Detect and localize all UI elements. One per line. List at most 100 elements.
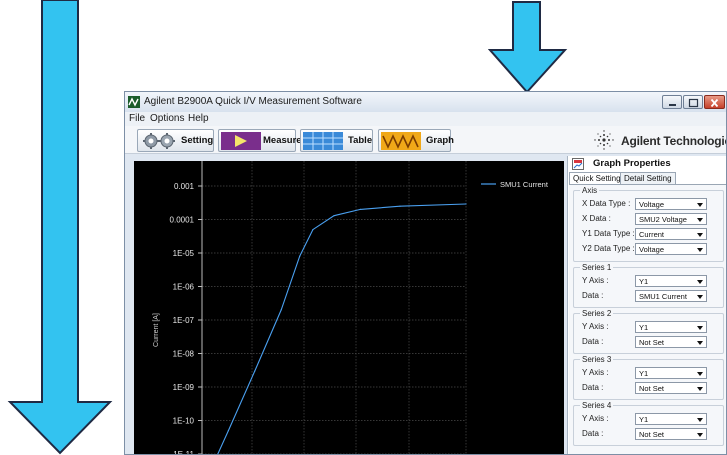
chevron-down-icon [697, 295, 703, 299]
series-point [333, 215, 335, 217]
series-2-data-label: Data : [582, 337, 604, 346]
y-tick-label: 1E-06 [173, 283, 195, 292]
panel-title: Graph Properties [593, 158, 671, 169]
minimize-button[interactable] [662, 95, 682, 109]
menu-bar: File Options Help [125, 112, 726, 126]
series-3-data-label: Data : [582, 383, 604, 392]
chevron-down-icon [697, 218, 703, 222]
tab-quick-setting[interactable]: Quick Setting [569, 172, 625, 184]
graph-properties-panel: Graph Properties Quick Setting Detail Se… [567, 156, 726, 454]
series-line-smu1-current [217, 203, 467, 454]
series-1-title: Series 1 [580, 263, 614, 272]
series-3-data-select[interactable]: Not Set [635, 382, 707, 394]
series-point [227, 430, 229, 432]
series-4-data-label: Data : [582, 429, 604, 438]
x-data-type-label: X Data Type : [582, 199, 631, 208]
y-tick-label: 1E-09 [173, 383, 195, 392]
measure-label: Measure [263, 135, 302, 146]
graph-label: Graph [426, 135, 454, 146]
series-point [312, 229, 314, 231]
menu-options[interactable]: Options [150, 113, 184, 124]
series-2-y-axis-label: Y Axis : [582, 322, 609, 331]
graph-button[interactable]: Graph [378, 129, 454, 152]
y-tick-label: 0.001 [174, 182, 195, 191]
app-window: Agilent B2900A Quick I/V Measurement Sof… [124, 91, 727, 455]
series-1-data-label: Data : [582, 291, 604, 300]
iv-chart[interactable]: 0.001 0.0001 1E-05 1E-06 1E-07 1E-08 1E-09 1E-1… [134, 161, 564, 455]
tab-detail-setting[interactable]: Detail Setting [620, 172, 676, 184]
quick-setting-tab-content: Axis X Data Type : Voltage X Data : SMU2… [569, 184, 726, 454]
series-2-title: Series 2 [580, 309, 614, 318]
menu-file[interactable]: File [129, 113, 145, 124]
y1-data-type-select[interactable]: Current [635, 228, 707, 240]
chevron-down-icon [697, 433, 703, 437]
y-tick-label: 1E-10 [173, 417, 195, 426]
series-point [359, 208, 361, 210]
chevron-down-icon [697, 280, 703, 284]
series-4-data-value: Not Set [639, 430, 665, 439]
maximize-icon [688, 98, 699, 108]
x-data-value: SMU2 Voltage [639, 215, 687, 224]
waveform-icon [381, 132, 421, 150]
series-2-y-axis-select[interactable]: Y1 [635, 321, 707, 333]
screenshot-stage: Agilent B2900A Quick I/V Measurement Sof… [0, 0, 727, 455]
down-arrow-left-icon [7, 0, 113, 455]
series-4-group: Series 4 Y Axis : Y1 Data : Not Set [573, 401, 724, 446]
series-4-y-axis-select[interactable]: Y1 [635, 413, 707, 425]
series-point [399, 205, 401, 207]
series-1-group: Series 1 Y Axis : Y1 Data : SMU1 Current [573, 263, 724, 308]
play-icon [221, 132, 261, 150]
series-3-y-axis-select[interactable]: Y1 [635, 367, 707, 379]
series-4-y-axis-label: Y Axis : [582, 414, 609, 423]
legend-label: SMU1 Current [500, 180, 549, 189]
y1-data-type-label: Y1 Data Type : [582, 229, 635, 238]
axis-group-title: Axis [580, 186, 600, 195]
x-data-type-select[interactable]: Voltage [635, 198, 707, 210]
chevron-down-icon [697, 233, 703, 237]
series-3-y-axis-value: Y1 [639, 369, 649, 378]
y-tick-label: 1E-05 [173, 249, 195, 258]
y-axis-title: Current [A] [153, 313, 160, 347]
setting-label: Setting [181, 135, 214, 146]
series-point [299, 255, 301, 257]
series-3-group: Series 3 Y Axis : Y1 Data : Not Set [573, 355, 724, 400]
measure-button[interactable]: Measure [218, 129, 302, 152]
x-data-select[interactable]: SMU2 Voltage [635, 213, 707, 225]
series-3-y-axis-label: Y Axis : [582, 368, 609, 377]
series-2-y-axis-value: Y1 [639, 323, 649, 332]
setting-button[interactable]: Setting [137, 129, 214, 152]
y2-data-type-select[interactable]: Voltage [635, 243, 707, 255]
menu-help[interactable]: Help [188, 113, 209, 124]
brand-logo: Agilent Technologies [587, 126, 727, 154]
series-2-group: Series 2 Y Axis : Y1 Data : Not Set [573, 309, 724, 354]
chevron-down-icon [697, 341, 703, 345]
axis-group: Axis X Data Type : Voltage X Data : SMU2… [573, 186, 724, 262]
series-4-data-select[interactable]: Not Set [635, 428, 707, 440]
brand-name: Agilent Technologies [621, 134, 727, 148]
chevron-down-icon [697, 418, 703, 422]
panel-header: Graph Properties [568, 156, 726, 171]
table-icon [303, 132, 343, 150]
x-data-label: X Data : [582, 214, 611, 223]
series-1-y-axis-select[interactable]: Y1 [635, 275, 707, 287]
series-3-title: Series 3 [580, 355, 614, 364]
series-1-data-select[interactable]: SMU1 Current [635, 290, 707, 302]
series-3-data-value: Not Set [639, 384, 665, 393]
maximize-button[interactable] [683, 95, 703, 109]
window-title: Agilent B2900A Quick I/V Measurement Sof… [144, 96, 362, 107]
table-button[interactable]: Table [300, 129, 373, 152]
series-2-data-value: Not Set [639, 338, 665, 347]
app-logo-icon [128, 96, 140, 108]
minimize-icon [669, 104, 676, 106]
y1-data-type-value: Current [639, 230, 665, 239]
x-data-type-value: Voltage [639, 200, 665, 209]
y2-data-type-value: Voltage [639, 245, 665, 254]
title-bar[interactable]: Agilent B2900A Quick I/V Measurement Sof… [125, 92, 726, 112]
chevron-down-icon [697, 372, 703, 376]
close-button[interactable] [704, 95, 725, 109]
chevron-down-icon [697, 203, 703, 207]
gears-icon [143, 133, 175, 149]
y-tick-label: 1E-11 [173, 450, 194, 455]
series-2-data-select[interactable]: Not Set [635, 336, 707, 348]
table-label: Table [348, 135, 373, 146]
